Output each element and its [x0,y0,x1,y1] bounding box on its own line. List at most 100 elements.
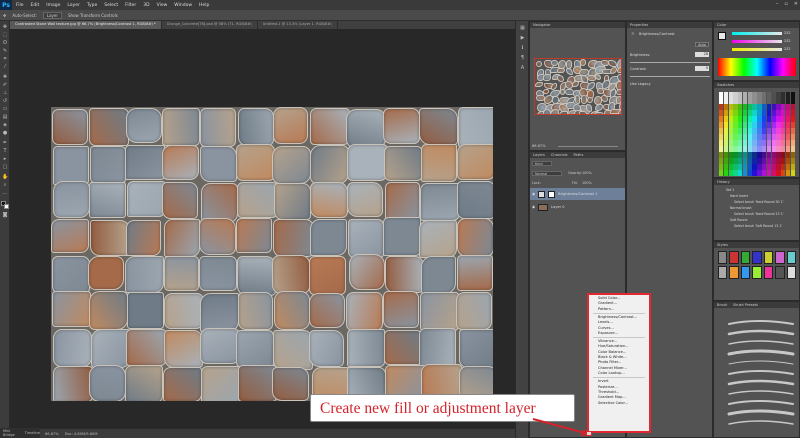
color-swatch[interactable] [785,164,791,170]
color-swatch[interactable] [752,92,757,98]
color-swatch[interactable] [766,152,772,158]
color-swatch[interactable] [742,116,748,122]
history-title[interactable]: History [717,179,730,185]
color-swatch[interactable] [785,140,791,146]
quick-select-tool-icon[interactable]: ✎ [2,49,8,54]
layer-row[interactable]: ◉ Layer 0 [530,201,625,213]
color-swatch[interactable] [781,122,786,128]
color-swatch[interactable] [723,152,729,158]
pen-tool-icon[interactable]: ✒ [2,141,8,146]
color-swatch[interactable] [719,128,724,134]
color-swatch[interactable] [723,134,729,140]
color-swatch[interactable] [757,146,762,152]
color-swatch[interactable] [723,122,729,128]
color-swatch[interactable] [761,158,767,164]
red-slider[interactable] [732,32,782,35]
color-swatch[interactable] [785,104,791,110]
color-swatch[interactable] [776,134,781,140]
color-swatch[interactable] [752,134,757,140]
green-slider[interactable] [732,40,782,43]
color-swatch[interactable] [771,146,776,152]
move-tool-icon[interactable]: ✥ [2,25,8,30]
menu-item[interactable]: Pattern... [589,307,649,312]
color-swatch[interactable] [785,134,791,140]
color-swatch[interactable] [790,92,795,98]
color-swatch[interactable] [752,140,757,146]
style-preset[interactable] [740,251,751,264]
color-swatch[interactable] [781,116,786,122]
color-swatch[interactable] [742,146,748,152]
color-swatch[interactable] [738,146,743,152]
color-swatch[interactable] [766,140,772,146]
color-swatch[interactable] [738,164,743,170]
color-swatch[interactable] [776,128,781,134]
healing-tool-icon[interactable]: ✚ [2,75,8,80]
info-panel-icon[interactable]: ℹ [519,45,526,51]
lasso-tool-icon[interactable]: ʘ [2,41,8,46]
properties-title[interactable]: Properties [630,22,648,28]
color-swatch[interactable] [747,164,753,170]
contrast-slider[interactable] [630,76,710,77]
color-swatch[interactable] [776,110,781,116]
background-color-swatch[interactable] [4,204,9,209]
color-swatch[interactable] [742,98,748,104]
style-preset[interactable] [763,266,774,279]
history-panel-icon[interactable]: ▦ [519,25,526,31]
color-swatch[interactable] [766,92,772,98]
style-preset[interactable] [718,251,728,264]
color-swatch[interactable] [723,92,729,98]
color-swatch[interactable] [766,134,772,140]
color-swatch[interactable] [761,170,767,176]
blur-tool-icon[interactable]: ◈ [2,123,8,128]
color-swatch[interactable] [742,140,748,146]
color-swatch[interactable] [766,158,772,164]
tab-brush-presets[interactable]: Brush Presets [733,302,758,308]
color-swatch[interactable] [728,128,733,134]
color-swatch[interactable] [785,128,791,134]
color-swatch[interactable] [757,122,762,128]
navigator-zoom[interactable]: 66.67% [532,144,546,148]
styles-grid[interactable] [718,251,796,279]
color-swatch[interactable] [719,158,724,164]
color-swatch[interactable] [790,152,795,158]
color-swatch[interactable] [757,116,762,122]
color-swatch[interactable] [771,98,776,104]
color-swatch[interactable] [757,140,762,146]
color-swatch[interactable] [776,92,781,98]
actions-panel-icon[interactable]: ▶ [519,35,526,41]
color-swatch[interactable] [733,164,738,170]
brush-strokes-preview[interactable] [717,316,797,434]
tab-untitled[interactable]: Untitled-1 @ 13.3% (Layer 1, RGB/8#) [258,21,338,29]
color-swatch[interactable] [771,152,776,158]
color-swatch[interactable] [738,158,743,164]
menu-select[interactable]: Select [104,3,118,8]
color-swatch[interactable] [781,110,786,116]
color-swatch[interactable] [776,158,781,164]
color-swatch[interactable] [781,170,786,176]
color-swatch[interactable] [776,122,781,128]
color-swatch[interactable] [747,128,753,134]
color-swatch[interactable] [728,164,733,170]
color-swatch[interactable] [733,110,738,116]
style-preset[interactable] [752,251,762,264]
color-spectrum[interactable] [718,58,796,76]
dodge-tool-icon[interactable]: ● [2,131,8,136]
color-swatch[interactable] [747,98,753,104]
color-swatch[interactable] [766,104,772,110]
color-swatch[interactable] [785,158,791,164]
menu-item[interactable]: Color Lookup... [589,371,649,376]
paragraph-panel-icon[interactable]: ¶ [519,55,526,61]
color-swatch[interactable] [781,164,786,170]
color-swatch[interactable] [766,122,772,128]
swatches-title[interactable]: Swatches [717,82,734,88]
navigator-thumbnail[interactable] [534,58,622,115]
color-swatch[interactable] [776,146,781,152]
color-swatch[interactable] [723,140,729,146]
color-swatch[interactable] [733,152,738,158]
tab-channels[interactable]: Channels [551,152,568,158]
color-swatch[interactable] [728,116,733,122]
color-swatch[interactable] [757,152,762,158]
menu-view[interactable]: View [157,3,168,8]
color-swatch[interactable] [747,152,753,158]
auto-select-checkbox[interactable]: Auto-Select: [12,13,37,18]
